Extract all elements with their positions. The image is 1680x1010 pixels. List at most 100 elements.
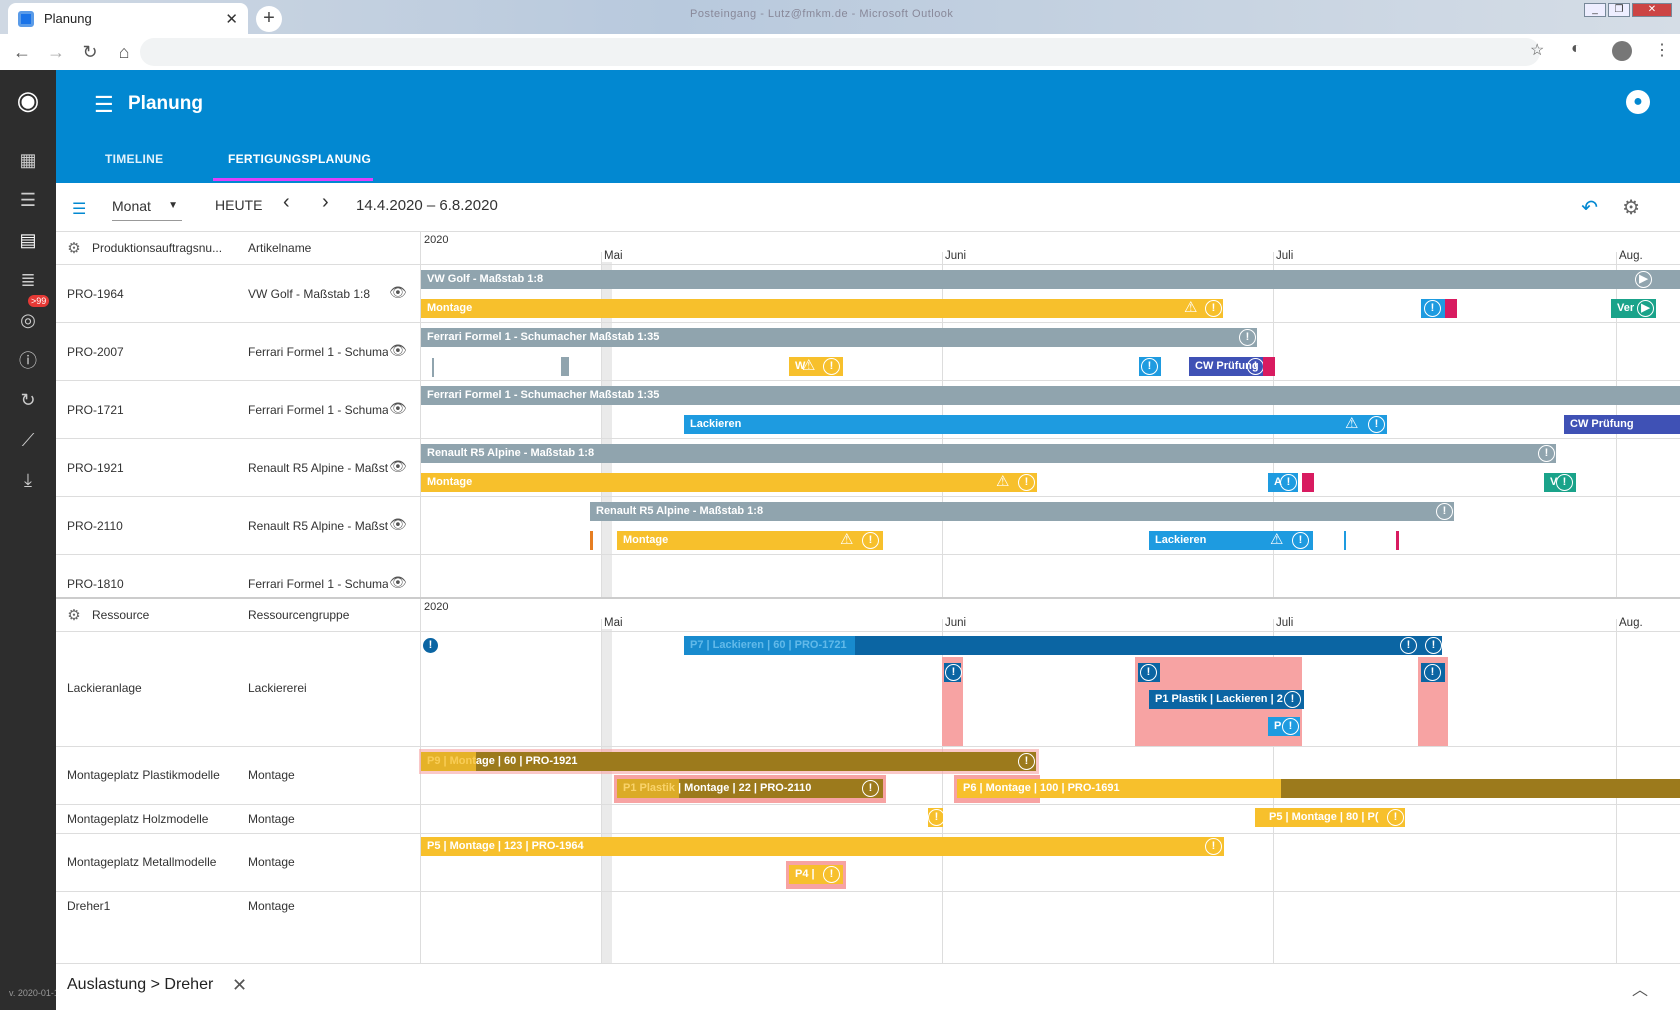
warning-icon[interactable]: ⚠	[996, 472, 1009, 490]
info-icon[interactable]: !	[928, 809, 945, 826]
info-icon[interactable]: !	[1387, 809, 1404, 826]
column-header-order-number[interactable]: Produktionsauftragsnu...	[92, 241, 222, 255]
tab-timeline[interactable]: TIMELINE	[105, 152, 163, 166]
warning-icon[interactable]: ⚠	[1270, 530, 1283, 548]
task-marker[interactable]	[432, 358, 434, 377]
task-marker[interactable]	[1396, 531, 1399, 550]
new-tab-button[interactable]: +	[256, 6, 282, 32]
bookmark-star-icon[interactable]: ☆	[1530, 40, 1544, 60]
alert-icon[interactable]: ⓘ	[0, 345, 56, 375]
info-icon[interactable]: !	[1436, 503, 1453, 520]
info-icon[interactable]: !	[1205, 838, 1222, 855]
close-tab-icon[interactable]: ✕	[225, 10, 238, 28]
minimize-button[interactable]: _	[1584, 3, 1606, 17]
play-icon[interactable]: ▶	[1637, 300, 1654, 317]
eye-icon[interactable]: 👁	[389, 574, 407, 591]
task-bar[interactable]	[1302, 473, 1314, 492]
column-header-resource-group[interactable]: Ressourcengruppe	[248, 608, 349, 622]
info-icon[interactable]: !	[862, 780, 879, 797]
resource-bar[interactable]: P5 | Montage | 123 | PRO-1964	[421, 837, 1224, 856]
dashboard-icon[interactable]: ▦	[0, 145, 56, 175]
download-icon[interactable]: ⤓	[0, 465, 56, 495]
task-marker[interactable]	[561, 357, 569, 376]
menu-icon[interactable]: ☰	[94, 92, 114, 118]
close-icon[interactable]: ✕	[232, 975, 247, 996]
profile-avatar[interactable]	[1612, 41, 1632, 61]
eye-icon[interactable]: 👁	[389, 284, 407, 301]
info-icon[interactable]: !	[1556, 474, 1573, 491]
forward-icon[interactable]: →	[44, 40, 68, 64]
info-icon[interactable]: !	[1239, 329, 1256, 346]
info-icon[interactable]: !	[945, 664, 962, 681]
task-bar[interactable]: Lackieren	[1149, 531, 1313, 550]
view-select[interactable]: Monat ▼	[112, 193, 182, 221]
column-settings-icon[interactable]: ⚙	[62, 239, 86, 257]
home-icon[interactable]: ⌂	[112, 40, 136, 64]
resource-bar[interactable]: P1 Plastik | Lackieren | 2	[1149, 690, 1304, 709]
resource-bar[interactable]	[1255, 808, 1263, 827]
info-icon[interactable]: !	[1284, 691, 1301, 708]
app-logo-icon[interactable]: ◉	[0, 85, 56, 115]
info-icon[interactable]: !	[1247, 358, 1264, 375]
chevron-up-icon[interactable]: ︿	[1632, 976, 1648, 1000]
planning-icon[interactable]: ▤	[0, 225, 56, 255]
task-bar[interactable]: Lackieren	[684, 415, 1387, 434]
resource-bar[interactable]: P9 | Montage | 60 | PRO-1921	[421, 752, 1036, 771]
reload-icon[interactable]: ↻	[78, 40, 102, 64]
prev-button[interactable]: ‹	[283, 191, 290, 214]
order-bar[interactable]: Renault R5 Alpine - Maßstab 1:8	[590, 502, 1454, 521]
info-icon[interactable]: !	[1282, 718, 1299, 735]
column-header-article[interactable]: Artikelname	[248, 241, 311, 255]
browser-menu-icon[interactable]: ⋮	[1654, 40, 1670, 60]
eye-icon[interactable]: 👁	[389, 400, 407, 417]
info-icon[interactable]: !	[1425, 637, 1442, 654]
tab-fertigungsplanung[interactable]: FERTIGUNGSPLANUNG	[228, 152, 371, 166]
resource-bar[interactable]: P6 | Montage | 100 | PRO-1691	[957, 779, 1281, 798]
task-bar[interactable]: Montage	[421, 473, 1037, 492]
eye-icon[interactable]: 👁	[389, 342, 407, 359]
order-bar[interactable]: Ferrari Formel 1 - Schumacher Maßstab 1:…	[421, 386, 1680, 405]
order-bar[interactable]: Renault R5 Alpine - Maßstab 1:8	[421, 444, 1556, 463]
address-bar[interactable]	[140, 38, 1540, 66]
orders-icon[interactable]: ≣	[0, 265, 56, 295]
info-icon[interactable]: !	[823, 358, 840, 375]
close-window-button[interactable]: ✕	[1632, 3, 1672, 17]
next-button[interactable]: ›	[322, 191, 329, 214]
warning-icon[interactable]: ⚠	[840, 530, 853, 548]
info-icon[interactable]: !	[862, 532, 879, 549]
task-marker[interactable]	[590, 531, 593, 550]
account-icon[interactable]: ●	[1626, 90, 1650, 114]
info-icon[interactable]: !	[1368, 416, 1385, 433]
browser-tab[interactable]: Planung ✕	[8, 3, 248, 34]
info-icon[interactable]: !	[823, 866, 840, 883]
task-bar[interactable]: Montage	[421, 299, 1223, 318]
info-icon[interactable]: !	[1205, 300, 1222, 317]
info-icon[interactable]: !	[1400, 637, 1417, 654]
info-icon[interactable]: !	[1424, 300, 1441, 317]
filter-icon[interactable]: ☰	[72, 199, 86, 219]
column-settings-icon[interactable]: ⚙	[62, 606, 86, 624]
today-button[interactable]: HEUTE	[215, 197, 262, 213]
list-icon[interactable]: ☰	[0, 185, 56, 215]
order-bar[interactable]: Ferrari Formel 1 - Schumacher Maßstab 1:…	[421, 328, 1257, 347]
info-icon[interactable]: !	[1292, 532, 1309, 549]
column-header-resource[interactable]: Ressource	[92, 608, 149, 622]
warning-icon[interactable]: ⚠	[1184, 298, 1197, 316]
restore-button[interactable]: ❐	[1608, 3, 1630, 17]
task-bar[interactable]	[1445, 299, 1457, 318]
task-bar[interactable]: CW Prüfung	[1564, 415, 1680, 434]
eye-icon[interactable]: 👁	[389, 458, 407, 475]
settings-icon[interactable]: ⚙	[1622, 195, 1640, 220]
eye-icon[interactable]: 👁	[389, 516, 407, 533]
info-icon[interactable]: !	[1280, 474, 1297, 491]
task-marker[interactable]	[1344, 531, 1346, 550]
chart-icon[interactable]: ⟋	[0, 425, 56, 455]
info-icon[interactable]: !	[422, 637, 439, 654]
back-icon[interactable]: ←	[10, 40, 34, 64]
task-bar[interactable]	[1263, 357, 1275, 376]
warning-icon[interactable]: ⚠	[1345, 414, 1358, 432]
signal-icon[interactable]: ◎ >99	[0, 295, 56, 335]
resource-bar[interactable]: P5 | Montage | 80 | P(	[1263, 808, 1405, 827]
info-icon[interactable]: !	[1538, 445, 1555, 462]
info-icon[interactable]: !	[1424, 664, 1441, 681]
